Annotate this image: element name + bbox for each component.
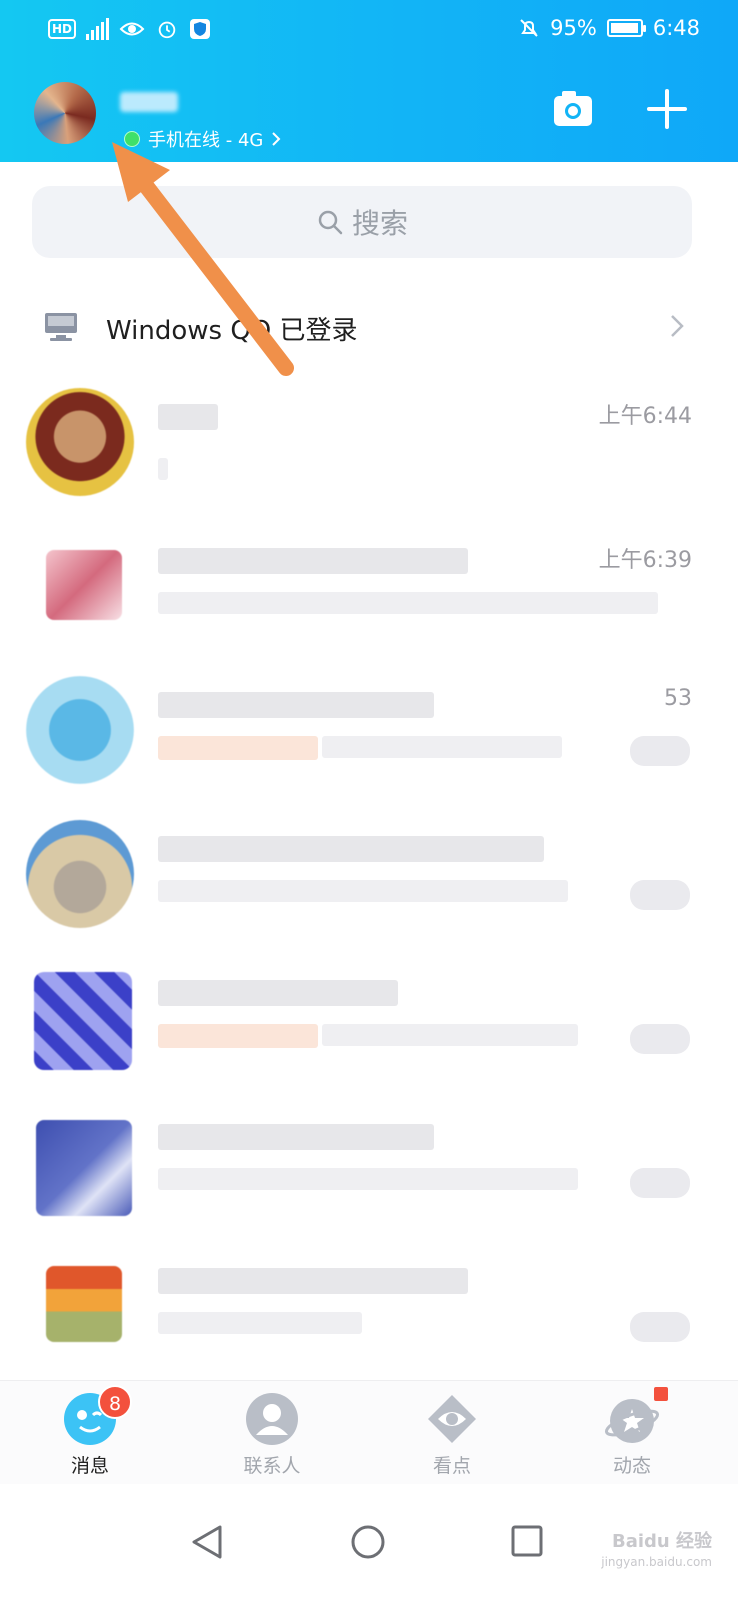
chat-avatar: [36, 1120, 132, 1216]
online-status[interactable]: 手机在线 - 4G: [124, 126, 281, 152]
chat-preview-highlight: [158, 736, 318, 760]
status-left-icons: HD: [48, 18, 211, 40]
eye-comfort-icon: [119, 22, 145, 36]
search-icon: [318, 210, 343, 235]
system-nav-bar: Baidu 经验 jingyan.baidu.com: [0, 1484, 738, 1600]
chat-unread-redacted: [630, 1168, 690, 1198]
watermark-text: Baidu 经验: [611, 1531, 712, 1552]
contact-person-icon: [244, 1391, 300, 1447]
chat-name-redacted: [158, 692, 434, 718]
alarm-icon: [158, 21, 176, 39]
tab-contacts[interactable]: 联系人: [212, 1391, 332, 1478]
windows-login-label: Windows QQ 已登录: [106, 316, 358, 346]
battery-percent: 95%: [550, 16, 597, 40]
tab-label: 动态: [612, 1455, 651, 1477]
chat-name-redacted: [158, 836, 544, 862]
baidu-watermark: Baidu 经验 jingyan.baidu.com: [601, 1532, 712, 1572]
tab-label: 看点: [432, 1455, 471, 1477]
tab-messages[interactable]: 8 消息: [30, 1385, 150, 1478]
chat-unread-redacted: [630, 1312, 690, 1342]
chat-row[interactable]: 上午6:44: [0, 382, 738, 526]
chat-preview-redacted: [322, 736, 562, 758]
status-right-icons: 95% 6:48: [518, 16, 700, 40]
watermark-sub: jingyan.baidu.com: [601, 1555, 712, 1569]
my-avatar[interactable]: [34, 82, 96, 144]
chat-avatar: [26, 676, 134, 784]
chat-row[interactable]: [0, 958, 738, 1102]
chat-preview-redacted: [158, 880, 568, 902]
chat-avatar: [34, 972, 132, 1070]
chat-row[interactable]: 上午6:39: [0, 526, 738, 670]
bottom-tab-bar: 8 消息 联系人 看点 动态: [0, 1380, 738, 1484]
search-input[interactable]: 搜索: [32, 186, 692, 258]
chevron-right-icon: [272, 132, 281, 146]
chat-time: 上午6:44: [598, 404, 692, 429]
chevron-right-icon: [671, 315, 684, 337]
battery-icon: [606, 19, 646, 37]
chat-row[interactable]: [0, 1102, 738, 1246]
hd-icon: HD: [48, 19, 77, 39]
desktop-monitor-icon: [45, 313, 77, 341]
chat-avatar: [26, 820, 134, 928]
plus-icon[interactable]: [646, 88, 688, 130]
chat-preview-highlight: [158, 1024, 318, 1048]
chat-unread-redacted: [630, 880, 690, 910]
chat-preview-redacted: [158, 1168, 578, 1190]
chat-row[interactable]: [0, 814, 738, 958]
recents-square-icon[interactable]: [510, 1524, 544, 1558]
chat-avatar: [46, 1266, 122, 1342]
tab-discover[interactable]: 看点: [392, 1391, 512, 1478]
chat-avatar: [26, 388, 134, 496]
tab-label: 联系人: [243, 1455, 301, 1477]
chat-name-redacted: [158, 548, 468, 574]
chat-row[interactable]: [0, 1246, 738, 1390]
signal-icon: [86, 18, 110, 40]
chat-time: 53: [664, 686, 692, 711]
online-dot-icon: [124, 131, 140, 147]
home-circle-icon[interactable]: [350, 1524, 386, 1560]
unread-badge: 8: [98, 1385, 132, 1419]
star-planet-icon: [604, 1387, 668, 1447]
chat-preview-redacted: [158, 458, 168, 480]
search-placeholder: 搜索: [351, 207, 408, 240]
chat-name-redacted: [158, 404, 218, 430]
new-dot-indicator: [654, 1387, 668, 1401]
chat-unread-redacted: [630, 1024, 690, 1054]
app-header: HD 95% 6:48 手机在线 - 4G: [0, 0, 738, 162]
username-redacted: [120, 92, 178, 112]
back-triangle-icon[interactable]: [190, 1524, 224, 1560]
qq-penguin-icon: 8: [62, 1385, 132, 1447]
eye-icon: [424, 1391, 480, 1447]
status-bar: HD 95% 6:48: [0, 14, 738, 48]
camera-icon[interactable]: [552, 88, 594, 130]
chat-preview-redacted: [158, 1312, 362, 1334]
chat-preview-redacted: [322, 1024, 578, 1046]
mute-bell-icon: [520, 19, 538, 37]
chat-unread-redacted: [630, 736, 690, 766]
windows-login-row[interactable]: Windows QQ 已登录: [0, 290, 738, 366]
chat-time: 上午6:39: [598, 548, 692, 573]
chat-name-redacted: [158, 1268, 468, 1294]
online-status-label: 手机在线 - 4G: [148, 130, 264, 151]
chat-row[interactable]: 53: [0, 670, 738, 814]
tab-label: 消息: [70, 1455, 109, 1477]
chat-name-redacted: [158, 980, 398, 1006]
chat-name-redacted: [158, 1124, 434, 1150]
chat-preview-redacted: [158, 592, 658, 614]
chat-avatar: [46, 550, 122, 620]
tab-moments[interactable]: 动态: [572, 1387, 692, 1478]
shield-icon: [190, 19, 211, 39]
clock-time: 6:48: [652, 16, 700, 40]
